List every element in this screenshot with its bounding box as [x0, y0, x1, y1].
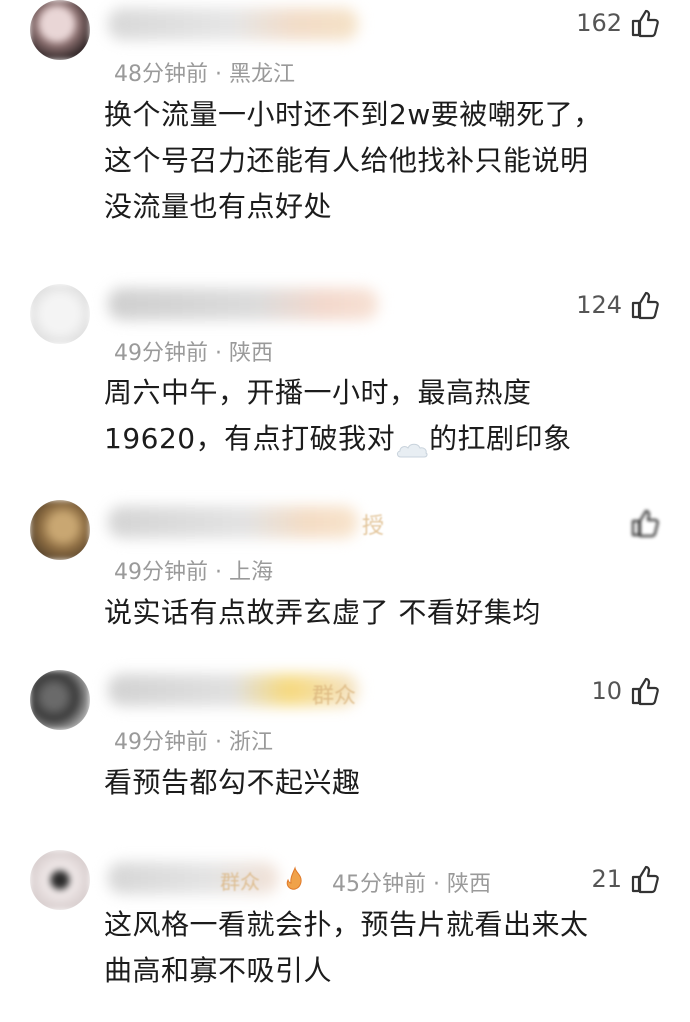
thumbs-up-icon	[630, 290, 660, 320]
thumbs-up-icon	[630, 676, 660, 706]
avatar[interactable]	[30, 284, 90, 344]
thumbs-up-icon	[630, 864, 660, 894]
comment-line: 换个流量一小时还不到2w要被嘲死了，	[104, 98, 602, 131]
like-count: 124	[576, 291, 622, 319]
comment-meta: 49分钟前 · 陕西	[114, 341, 273, 366]
comment-line: 说实话有点故弄玄虚了 不看好集均	[104, 596, 541, 629]
comment-line: 这风格一看就会扑，预告片就看出来太	[104, 908, 589, 941]
thumbs-up-icon	[630, 8, 660, 38]
like-button[interactable]	[622, 506, 660, 540]
user-badge: 群众	[312, 684, 357, 709]
avatar[interactable]	[30, 0, 90, 60]
comment-text: 这风格一看就会扑，预告片就看出来太 曲高和寡不吸引人	[104, 902, 670, 994]
comment-line: 没流量也有点好处	[104, 190, 333, 223]
comment-line-part: 19620，有点打破我对	[104, 422, 396, 455]
comment-line: 19620，有点打破我对 的扛剧印象	[104, 416, 670, 462]
comment-line: 看预告都勾不起兴趣	[104, 766, 361, 799]
comment-meta: 49分钟前 · 上海	[114, 560, 273, 585]
username-blurred[interactable]	[108, 506, 358, 538]
username-blurred[interactable]	[108, 288, 378, 320]
comment-text: 说实话有点故弄玄虚了 不看好集均	[104, 590, 670, 636]
like-count: 162	[576, 9, 622, 37]
thumbs-up-icon	[630, 508, 660, 538]
user-badge: 授	[362, 514, 385, 539]
like-button[interactable]: 21	[591, 862, 660, 896]
like-button[interactable]: 162	[576, 6, 660, 40]
like-count: 21	[591, 865, 622, 893]
comment-meta: 45分钟前 · 陕西	[332, 872, 491, 897]
comment-text: 看预告都勾不起兴趣	[104, 760, 670, 806]
username-blurred[interactable]	[108, 8, 358, 40]
avatar[interactable]	[30, 670, 90, 730]
avatar[interactable]	[30, 850, 90, 910]
comment-meta: 48分钟前 · 黑龙江	[114, 62, 295, 87]
comment-line: 曲高和寡不吸引人	[104, 954, 333, 987]
like-button[interactable]: 10	[591, 674, 660, 708]
user-badge: 群众	[220, 870, 260, 894]
comment-line: 周六中午，开播一小时，最高热度	[104, 376, 532, 409]
fire-emoji-icon	[283, 866, 307, 892]
comment-line: 这个号召力还能有人给他找补只能说明	[104, 144, 589, 177]
like-count: 10	[591, 677, 622, 705]
like-button[interactable]: 124	[576, 288, 660, 322]
comment-text: 周六中午，开播一小时，最高热度 19620，有点打破我对 的扛剧印象	[104, 370, 670, 462]
cloud-emoji-icon	[395, 427, 429, 458]
comment-text: 换个流量一小时还不到2w要被嘲死了， 这个号召力还能有人给他找补只能说明 没流量…	[104, 92, 670, 230]
avatar[interactable]	[30, 500, 90, 560]
comment-meta: 49分钟前 · 浙江	[114, 730, 273, 755]
comment-line-part: 的扛剧印象	[429, 422, 572, 455]
